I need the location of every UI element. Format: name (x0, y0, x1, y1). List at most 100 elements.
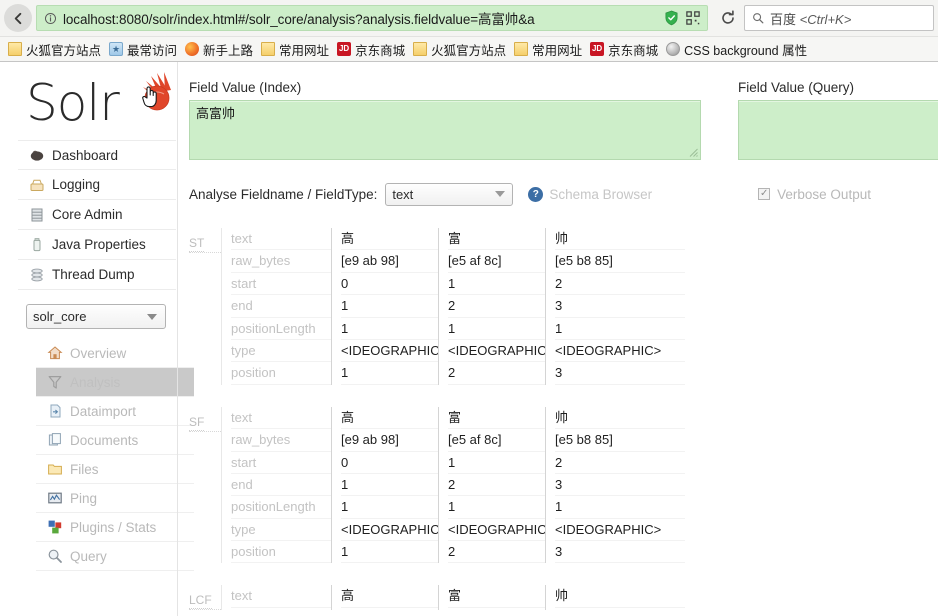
bookmark-item[interactable]: 火狐官方站点 (410, 39, 511, 60)
token-type-cell: <IDEOGRAPHIC> (341, 340, 438, 363)
plugins-stats-icon (46, 519, 63, 536)
attribute-name-column: text raw_bytes start end positionLength type p… (221, 228, 331, 385)
sidebar-item-label: Logging (52, 177, 101, 192)
bookmark-item[interactable]: JD 京东商城 (587, 39, 663, 60)
sidebar: Solr Dashboard Logging Core Admin Java Prop… (18, 62, 194, 616)
bookmark-item[interactable]: ★ 最常访问 (106, 39, 182, 60)
folder-icon (413, 42, 428, 56)
main-navigation: Dashboard Logging Core Admin Java Propertie… (18, 140, 176, 290)
sidebar-item-logging[interactable]: Logging (18, 170, 176, 200)
sidebar-item-thread-dump[interactable]: Thread Dump (18, 260, 176, 290)
reload-button[interactable] (716, 6, 740, 30)
analysis-block: SF text raw_bytes start end positionLength typ… (189, 406, 938, 564)
token-positionLength-cell: 1 (341, 496, 438, 519)
search-input[interactable]: 百度 <Ctrl+K> (766, 9, 851, 28)
token-start-cell: 1 (448, 273, 545, 296)
attribute-name-cell: raw_bytes (231, 250, 331, 273)
solr-logo[interactable]: Solr (18, 62, 176, 140)
token-raw_bytes-cell: [e5 b8 85] (555, 429, 685, 452)
token-type-cell: <IDEOGRAPHIC> (555, 340, 685, 363)
sidebar-item-core-admin[interactable]: Core Admin (18, 200, 176, 230)
query-field-textarea[interactable] (738, 100, 938, 160)
bookmark-label: 火狐官方站点 (26, 43, 102, 58)
bookmark-item[interactable]: JD 京东商城 (334, 39, 410, 60)
token-position-cell: 1 (341, 362, 438, 385)
schema-browser-link[interactable]: ? Schema Browser (528, 186, 652, 202)
sidebar-item-plugins-stats[interactable]: Plugins / Stats (36, 513, 194, 542)
solr-sunburst-icon (143, 72, 171, 111)
attribute-name-cell: position (231, 541, 331, 564)
bookmark-item[interactable]: CSS background 属性 (663, 39, 812, 60)
sidebar-item-query[interactable]: Query (36, 542, 194, 571)
chevron-down-icon (147, 313, 157, 320)
search-bar[interactable]: 百度 <Ctrl+K> (744, 5, 934, 31)
files-folder-icon (46, 461, 63, 478)
qr-icon[interactable] (683, 8, 703, 28)
token-start-cell: 1 (448, 452, 545, 474)
browser-chrome: localhost:8080/solr/index.html#/solr_cor… (0, 0, 938, 62)
core-selector-dropdown[interactable]: solr_core (26, 304, 166, 329)
shield-icon[interactable] (661, 8, 681, 28)
token-end-cell: 3 (555, 295, 685, 318)
sidebar-item-overview[interactable]: Overview (36, 339, 194, 368)
checkbox-checked-icon[interactable]: ✓ (758, 188, 771, 200)
folder-icon (8, 42, 22, 56)
fieldtype-select[interactable]: text (385, 182, 514, 206)
token-end-cell: 1 (341, 295, 438, 318)
analyse-fieldname-label: Analyse Fieldname / FieldType: (189, 186, 378, 202)
token-column: 富 [e5 af 8c] 1 2 1 <IDEOGRAPHIC> 2 (438, 406, 545, 564)
token-positionLength-cell: 1 (341, 318, 438, 340)
token-type-cell: <IDEOGRAPHIC> (555, 519, 685, 542)
token-type-cell: <IDEOGRAPHIC> (341, 519, 438, 542)
attribute-name-cell: positionLength (231, 318, 331, 340)
overview-home-icon (46, 345, 63, 362)
token-positionLength-cell: 1 (555, 496, 685, 519)
sidebar-item-ping[interactable]: Ping (36, 484, 194, 513)
index-field-textarea[interactable]: 高富帅 (189, 100, 701, 160)
info-icon[interactable] (41, 9, 59, 27)
attribute-name-cell: text (231, 585, 331, 608)
sidebar-item-java-properties[interactable]: Java Properties (18, 230, 176, 260)
query-field-block: Field Value (Query) (738, 80, 938, 160)
bookmark-item[interactable]: 常用网址 (511, 39, 587, 60)
sidebar-item-dataimport[interactable]: Dataimport (36, 397, 194, 426)
bookmark-item[interactable]: 新手上路 (182, 39, 258, 60)
verbose-output-toggle[interactable]: ✓ Verbose Output (758, 187, 871, 202)
core-navigation: Overview Analysis Dataimport Documents Files… (36, 339, 194, 571)
analyzer-abbreviation[interactable]: SF (189, 407, 221, 432)
attribute-name-cell: text (231, 407, 331, 430)
attribute-name-cell: end (231, 474, 331, 497)
analyzer-abbreviation-label: LCF (189, 593, 212, 610)
sidebar-item-analysis[interactable]: Analysis (36, 368, 194, 397)
search-shortcut-hint: <Ctrl+K> (799, 11, 852, 27)
analyzer-abbreviation[interactable]: LCF (189, 585, 221, 611)
main-content: Field Value (Index) 高富帅 Field Value (Que… (177, 62, 938, 616)
search-engine-label: 百度 (770, 11, 797, 27)
sidebar-item-files[interactable]: Files (36, 455, 194, 484)
attribute-name-cell: text (231, 228, 331, 251)
analyzer-abbreviation[interactable]: ST (189, 228, 221, 253)
bookmark-item[interactable]: 火狐官方站点 (5, 39, 106, 60)
bookmark-item[interactable]: 常用网址 (258, 39, 334, 60)
token-column: 富 (438, 585, 545, 611)
resize-grip-icon[interactable] (689, 148, 698, 157)
sidebar-item-label: Analysis (70, 374, 121, 390)
token-text-cell: 富 (448, 585, 545, 608)
bookmark-label: 最常访问 (127, 43, 178, 58)
attribute-name-cell: type (231, 519, 331, 542)
analyzer-abbreviation-label: ST (189, 236, 205, 252)
back-button[interactable] (4, 4, 32, 32)
address-bar[interactable]: localhost:8080/solr/index.html#/solr_cor… (36, 5, 708, 31)
sidebar-item-documents[interactable]: Documents (36, 426, 194, 455)
sidebar-item-label: Query (70, 548, 107, 564)
fieldtype-select-value: text (392, 186, 414, 202)
token-type-cell: <IDEOGRAPHIC> (448, 519, 545, 542)
analyse-controls-row: Analyse Fieldname / FieldType: text ? Sc… (189, 182, 938, 206)
token-column: 高 [e9 ab 98] 0 1 1 <IDEOGRAPHIC> 1 (331, 228, 438, 385)
token-text-cell: 帅 (555, 407, 685, 430)
ping-icon (46, 490, 63, 507)
browser-navigation-bar: localhost:8080/solr/index.html#/solr_cor… (0, 0, 938, 36)
token-column: 高 (331, 585, 438, 611)
sidebar-item-dashboard[interactable]: Dashboard (18, 140, 176, 170)
